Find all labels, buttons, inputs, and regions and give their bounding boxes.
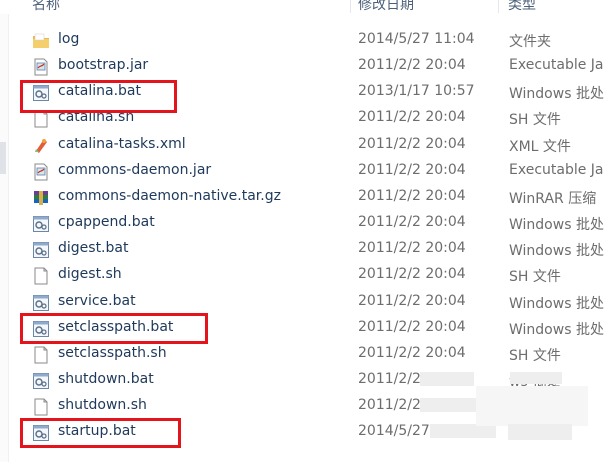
file-name: log (58, 31, 80, 47)
column-divider[interactable] (350, 0, 351, 13)
column-divider[interactable] (498, 0, 499, 13)
jar-icon (32, 163, 50, 181)
file-modified-date: 2011/2/2 20:04 (358, 266, 466, 283)
file-name: digest.bat (58, 240, 129, 257)
batch-file-icon (32, 372, 50, 390)
file-modified-date: 2013/1/17 10:57 (358, 83, 475, 100)
blank-file-icon (32, 398, 50, 416)
file-name: shutdown.sh (58, 397, 147, 414)
file-name: shutdown.bat (58, 370, 154, 387)
file-type: Windows 批处 (509, 86, 604, 103)
file-type: XML 文件 (509, 138, 571, 155)
highlight-box-setclasspath-bat (20, 313, 208, 344)
jar-icon (32, 58, 50, 76)
file-modified-date: 2011/2/2 20:04 (358, 214, 466, 231)
file-type: WinRAR 压缩 (509, 190, 597, 207)
file-type: SH 文件 (509, 112, 561, 129)
xml-file-icon (32, 137, 50, 155)
file-row[interactable]: log 2014/5/27 11:04 文件夹 (10, 28, 608, 54)
file-row[interactable]: setclasspath.sh 2011/2/2 20:04 SH 文件 (10, 342, 608, 368)
column-header-type[interactable]: 类型 (508, 0, 536, 14)
file-row[interactable]: bootstrap.jar 2011/2/2 20:04 Executable Ja (10, 54, 608, 80)
file-modified-date: 2011/2/2 20:04 (358, 161, 466, 178)
file-row[interactable]: catalina-tasks.xml 2011/2/2 20:04 XML 文件 (10, 133, 608, 159)
file-modified-date: 2011/2/2 20:04 (358, 292, 466, 309)
file-name: service.bat (58, 292, 136, 309)
blurred-area (420, 398, 476, 412)
folder-icon (32, 32, 50, 50)
file-modified-date: 2011/2/2 20:04 (358, 109, 466, 126)
blurred-area (430, 424, 496, 438)
file-row[interactable]: digest.sh 2011/2/2 20:04 SH 文件 (10, 263, 608, 289)
column-header-date[interactable]: 修改日期 (358, 0, 414, 14)
file-modified-date: 2011/2/2 20:04 (358, 344, 466, 361)
file-type: Executable Ja (509, 57, 604, 74)
file-name: digest.sh (58, 266, 122, 283)
file-type: SH 文件 (509, 347, 561, 364)
highlight-box-startup-bat (20, 418, 181, 448)
blurred-area (508, 424, 572, 440)
file-name: setclasspath.sh (58, 344, 167, 361)
file-modified-date: 2011/2/2 20:04 (358, 57, 466, 74)
batch-file-icon (32, 294, 50, 312)
file-type: Windows 批处 (509, 243, 604, 260)
file-type: Windows 批处 (509, 321, 604, 338)
navigation-pane-edge (0, 14, 9, 462)
file-modified-date: 2011/2/2 20:04 (358, 318, 466, 335)
blank-file-icon (32, 110, 50, 128)
archive-icon (32, 189, 50, 207)
file-row[interactable]: digest.bat 2011/2/2 20:04 Windows 批处 (10, 237, 608, 263)
file-modified-date: 2011/2/2 (358, 397, 421, 414)
batch-file-icon (32, 215, 50, 233)
file-type: Windows 批处 (509, 295, 604, 312)
column-header-name[interactable]: 名称 (32, 0, 60, 14)
file-modified-date: 2011/2/2 20:04 (358, 240, 466, 257)
blank-file-icon (32, 346, 50, 364)
blurred-area (476, 386, 588, 426)
file-row[interactable]: commons-daemon-native.tar.gz 2011/2/2 20:… (10, 185, 608, 211)
file-row[interactable]: cpappend.bat 2011/2/2 20:04 Windows 批处 (10, 211, 608, 237)
blank-file-icon (32, 267, 50, 285)
file-type: Executable Ja (509, 161, 604, 178)
file-type: 文件夹 (509, 34, 551, 50)
file-modified-date: 2011/2/2 20:04 (358, 187, 466, 204)
file-name: bootstrap.jar (58, 57, 149, 74)
file-name: cpappend.bat (58, 214, 155, 231)
file-modified-date: 2014/5/27 11:04 (358, 31, 475, 47)
highlight-box-catalina-bat (20, 80, 177, 113)
file-modified-date: 2014/5/27 (358, 423, 430, 440)
file-type: SH 文件 (509, 269, 561, 286)
column-header-bar: 名称 修改日期 类型 (0, 0, 608, 14)
blurred-area (420, 372, 474, 386)
blurred-area (510, 372, 562, 384)
file-name: commons-daemon-native.tar.gz (58, 187, 281, 204)
batch-file-icon (32, 241, 50, 259)
file-row[interactable]: commons-daemon.jar 2011/2/2 20:04 Executab… (10, 159, 608, 185)
pane-splitter[interactable] (0, 142, 6, 174)
file-name: catalina-tasks.xml (58, 135, 186, 152)
file-row[interactable]: service.bat 2011/2/2 20:04 Windows 批处 (10, 290, 608, 316)
file-modified-date: 2011/2/2 20:04 (358, 135, 466, 152)
file-type: Windows 批处 (509, 217, 604, 234)
file-name: commons-daemon.jar (58, 161, 212, 178)
